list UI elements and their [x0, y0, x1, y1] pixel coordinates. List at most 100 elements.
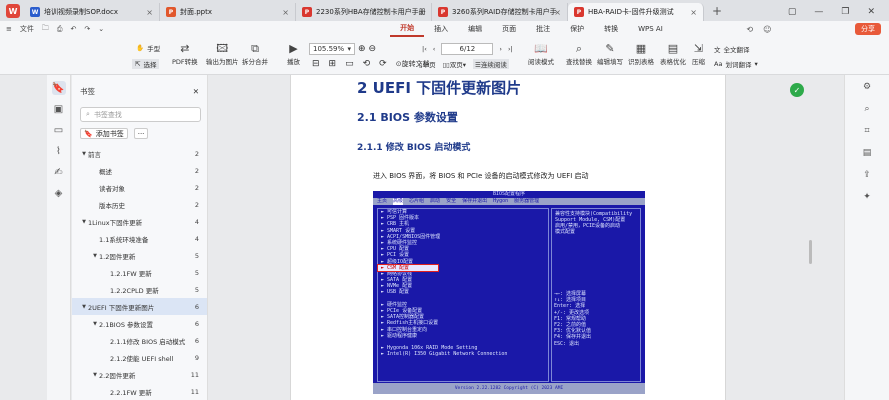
double-page-button[interactable]: ▯▯双页▾: [443, 59, 466, 69]
read-mode-button[interactable]: 📖 阅读模式: [528, 42, 554, 66]
menu-hamburger-icon[interactable]: ≡: [6, 25, 12, 33]
bookmark-item[interactable]: 版本历史 2: [72, 196, 207, 213]
prev-page-icon[interactable]: ‹: [433, 45, 436, 53]
doc-info-icon[interactable]: ▤: [861, 147, 873, 159]
quick-more-icon[interactable]: ⌄: [98, 25, 104, 33]
file-tab[interactable]: P HBA-RAID卡-固件升级测试 ×: [568, 3, 704, 21]
expand-toggle-icon[interactable]: ▼: [91, 372, 99, 378]
attachment-icon[interactable]: ⌇: [52, 144, 66, 158]
file-tab[interactable]: P 3260系列RAID存储控制卡用户手 ×: [432, 3, 568, 21]
more-options-button[interactable]: ···: [133, 128, 149, 139]
rotate-left-icon[interactable]: ⟲: [363, 59, 371, 69]
expand-toggle-icon[interactable]: ▼: [80, 151, 88, 157]
bookmark-item[interactable]: ▼ 2.1BIOS 参数设置 6: [72, 315, 207, 332]
window-layout-icon[interactable]: ▢: [788, 7, 797, 17]
signature-icon[interactable]: ✍: [52, 165, 66, 179]
close-tab-icon[interactable]: ×: [146, 8, 153, 17]
zoom-search-icon[interactable]: ⌕: [861, 103, 873, 115]
split-merge-button[interactable]: ⧉ 拆分合并: [242, 42, 268, 66]
menu-item[interactable]: 页面: [492, 21, 526, 37]
menu-item[interactable]: 保护: [560, 21, 594, 37]
bookmark-item[interactable]: ▼ 2.2固件更新 11: [72, 366, 207, 383]
zoom-out-icon[interactable]: ⊖: [369, 44, 377, 54]
quick-undo-icon[interactable]: ↶: [70, 25, 76, 33]
play-button[interactable]: ▶ 播放: [287, 42, 300, 66]
edit-fill-button[interactable]: ✎ 编辑填写: [597, 42, 623, 66]
add-bookmark-button[interactable]: 🔖 添加书签: [80, 128, 128, 139]
wps-logo-icon[interactable]: W: [6, 4, 20, 18]
close-tab-icon[interactable]: ×: [418, 8, 425, 17]
ai-icon[interactable]: ✦: [861, 191, 873, 203]
close-tab-icon[interactable]: ×: [690, 8, 697, 17]
bookmark-item[interactable]: ▼ 前言 2: [72, 145, 207, 162]
bookmark-search-input[interactable]: ⌕ 书签查找: [80, 107, 201, 122]
crop-icon[interactable]: ⌗: [861, 125, 873, 137]
quick-save-icon[interactable]: 🗀: [42, 24, 49, 35]
last-page-icon[interactable]: ›|: [508, 45, 513, 53]
export-image-button[interactable]: 🖾 输出为图片: [206, 42, 239, 66]
menu-file[interactable]: 文件: [20, 24, 34, 34]
first-page-icon[interactable]: |‹: [422, 45, 427, 53]
menu-item[interactable]: 转换: [594, 21, 628, 37]
history-icon[interactable]: ⟲: [746, 25, 753, 34]
bookmark-item[interactable]: 1.2.1FW 更新 5: [72, 264, 207, 281]
properties-icon[interactable]: ⚙: [861, 81, 873, 93]
bookmark-item[interactable]: 2.2.1FW 更新 11: [72, 383, 207, 400]
zoom-select[interactable]: 105.59% ▾: [309, 43, 355, 55]
file-tab[interactable]: W 培训视频录制SOP.docx ×: [24, 3, 160, 21]
new-tab-plus-icon[interactable]: +: [712, 4, 722, 18]
menu-item[interactable]: 批注: [526, 21, 560, 37]
expand-toggle-icon[interactable]: ▼: [91, 253, 99, 259]
menu-item[interactable]: 编辑: [458, 21, 492, 37]
pdf-convert-button[interactable]: ⇄ PDF转换: [172, 42, 198, 66]
menu-item[interactable]: 插入: [424, 21, 458, 37]
file-tab[interactable]: P 2230系列HBA存储控制卡用户手册 ×: [296, 3, 432, 21]
zoom-in-icon[interactable]: ⊕: [358, 44, 366, 54]
next-page-icon[interactable]: ›: [499, 45, 502, 53]
share-button[interactable]: 分享: [854, 23, 881, 35]
full-translate-button[interactable]: 文全文翻译: [714, 44, 750, 54]
rotate-right-icon[interactable]: ⟳: [379, 59, 387, 69]
bookmark-item[interactable]: 1.1系统环境准备 4: [72, 230, 207, 247]
close-panel-icon[interactable]: ✕: [193, 87, 199, 96]
expand-toggle-icon[interactable]: ▼: [91, 321, 99, 327]
word-translate-button[interactable]: Aa 划词翻译 ▾: [714, 59, 758, 69]
compress-button[interactable]: ⇲ 压缩: [692, 42, 705, 66]
hand-tool[interactable]: ✋ 手型: [136, 43, 160, 53]
bookmark-item[interactable]: ▼ 2UEFI 下固件更新图片 6: [72, 298, 207, 315]
collab-icon[interactable]: ☺: [763, 25, 771, 34]
close-window-icon[interactable]: ✕: [867, 7, 875, 17]
bookmark-item[interactable]: ▼ 1.2固件更新 5: [72, 247, 207, 264]
ocr-table-button[interactable]: ▦ 识别表格: [628, 42, 654, 66]
find-replace-button[interactable]: ⌕ 查找替换: [566, 42, 592, 66]
bookmark-item[interactable]: ▼ 1Linux下固件更新 4: [72, 213, 207, 230]
bookmark-item[interactable]: 概述 2: [72, 162, 207, 179]
bookmark-panel-icon[interactable]: 🔖: [51, 81, 66, 95]
expand-toggle-icon[interactable]: ▼: [80, 304, 88, 310]
fit-width-icon[interactable]: ⊟: [312, 59, 320, 69]
fit-page-icon[interactable]: ⊞: [329, 59, 337, 69]
comment-icon[interactable]: ▭: [52, 123, 66, 137]
bookmark-item[interactable]: 2.1.1修改 BIOS 启动模式 6: [72, 332, 207, 349]
file-tab[interactable]: P 封面.pptx ×: [160, 3, 296, 21]
vertical-scrollbar[interactable]: [809, 240, 812, 264]
close-tab-icon[interactable]: ×: [282, 8, 289, 17]
bookmark-item[interactable]: 1.2.2CPLD 更新 5: [72, 281, 207, 298]
export-icon[interactable]: ⇪: [861, 169, 873, 181]
select-tool[interactable]: ⇱ 选择: [132, 59, 160, 69]
close-tab-icon[interactable]: ×: [554, 8, 561, 17]
minimize-icon[interactable]: —: [814, 7, 823, 17]
menu-item[interactable]: 开始: [390, 21, 425, 37]
bookmark-item[interactable]: 读者对象 2: [72, 179, 207, 196]
layers-icon[interactable]: ◈: [52, 186, 66, 200]
expand-toggle-icon[interactable]: ▼: [80, 219, 88, 225]
quick-redo-icon[interactable]: ↷: [84, 25, 90, 33]
page-number-input[interactable]: 6/12: [441, 43, 494, 55]
quick-print-icon[interactable]: ⎙: [57, 25, 63, 34]
restore-icon[interactable]: ❐: [841, 7, 849, 17]
table-optimize-button[interactable]: ▤ 表格优化: [660, 42, 686, 66]
continuous-read-button[interactable]: ☰连续阅读: [473, 59, 509, 69]
single-page-button[interactable]: ▯单页: [419, 59, 436, 69]
bookmark-item[interactable]: 2.1.2使能 UEFI shell 9: [72, 349, 207, 366]
green-status-icon[interactable]: ✓: [790, 83, 804, 97]
